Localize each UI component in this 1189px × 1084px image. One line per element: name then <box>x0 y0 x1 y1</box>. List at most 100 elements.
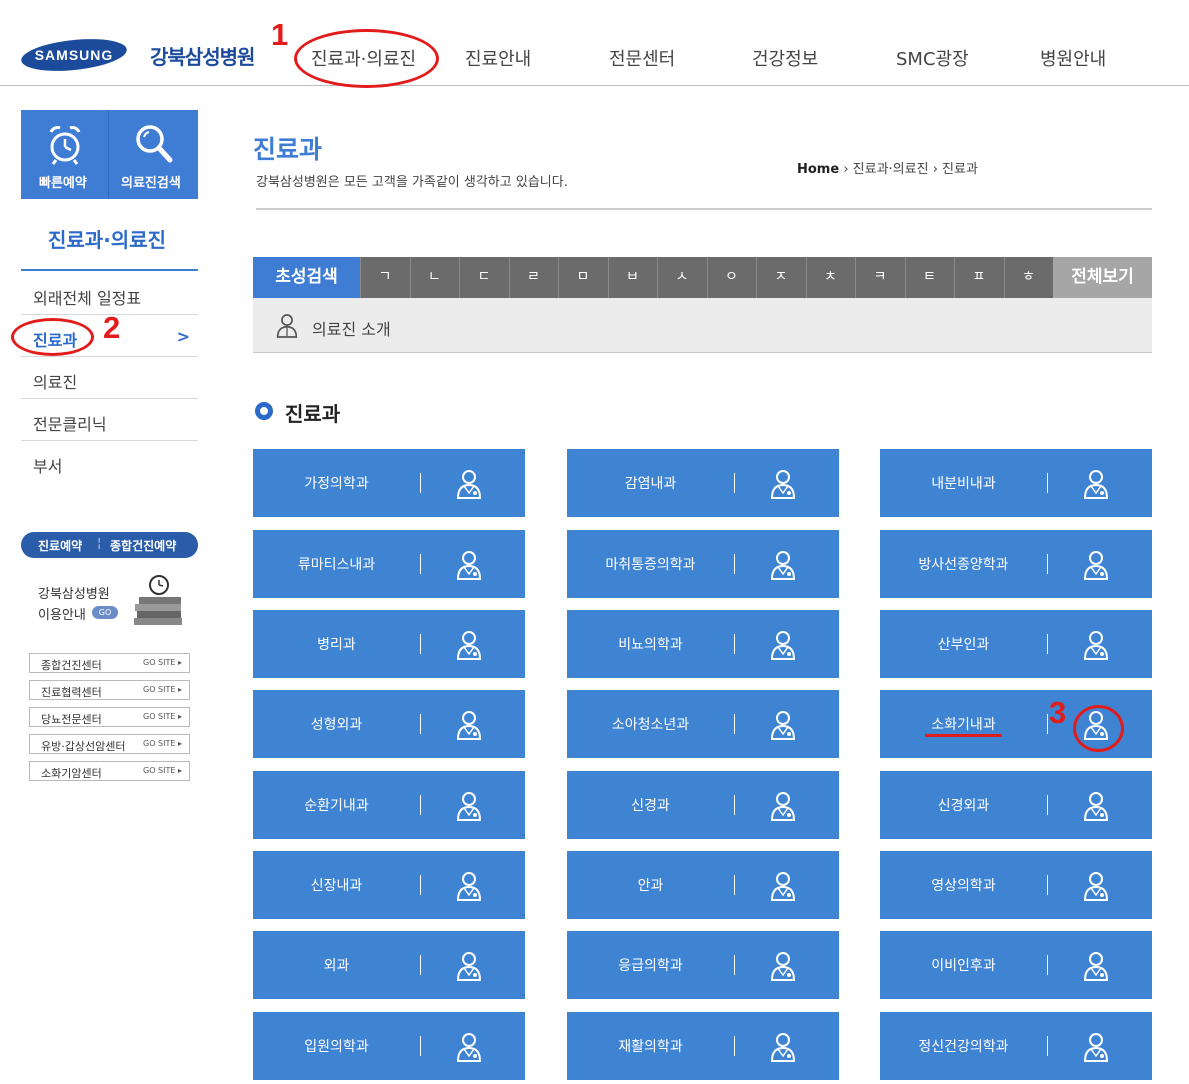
breadcrumb-departments-doctors[interactable]: 진료과·의료진 <box>853 162 929 177</box>
doctor-icon[interactable] <box>456 469 482 499</box>
quick-doctor-search-label[interactable]: 의료진검색 <box>121 172 181 191</box>
hospital-name[interactable]: 강북삼성병원 <box>150 41 255 70</box>
department-card[interactable]: 병리과 <box>253 610 525 678</box>
department-name[interactable]: 성형외과 <box>253 714 420 734</box>
department-name[interactable]: 신장내과 <box>253 875 420 895</box>
department-name[interactable]: 입원의학과 <box>253 1036 420 1056</box>
department-card[interactable]: 신경외과 <box>880 771 1152 839</box>
department-name[interactable]: 순환기내과 <box>253 795 420 815</box>
department-name[interactable]: 재활의학과 <box>567 1036 734 1056</box>
initial-key-nieun[interactable]: ㄴ <box>409 257 459 298</box>
sidebar-item-doctors[interactable]: 의료진 <box>21 357 198 399</box>
department-card[interactable]: 응급의학과 <box>567 931 839 999</box>
department-card[interactable]: 류마티스내과 <box>253 530 525 598</box>
department-name[interactable]: 류마티스내과 <box>253 554 420 574</box>
hospital-guide-line1[interactable]: 강북삼성병원 <box>38 583 110 602</box>
nav-item-about[interactable]: 병원안내 <box>1040 45 1106 71</box>
reservation-link[interactable]: 진료예약 <box>38 537 82 554</box>
department-name[interactable]: 안과 <box>567 875 734 895</box>
initial-key-digeut[interactable]: ㄷ <box>459 257 508 298</box>
department-name[interactable]: 방사선종양학과 <box>880 554 1047 574</box>
sidebar-item-divisions[interactable]: 부서 <box>21 441 198 483</box>
department-card[interactable]: 가정의학과 <box>253 449 525 517</box>
department-card[interactable]: 순환기내과 <box>253 771 525 839</box>
department-name[interactable]: 영상의학과 <box>880 875 1047 895</box>
department-card[interactable]: 영상의학과 <box>880 851 1152 919</box>
initial-key-tieut[interactable]: ㅌ <box>904 257 954 298</box>
doctor-icon[interactable] <box>770 710 796 740</box>
site-link-gi-cancer-center[interactable]: 소화기암센터 GO SITE ▸ <box>29 761 190 781</box>
nav-item-health-info[interactable]: 건강정보 <box>752 45 818 71</box>
department-name[interactable]: 이비인후과 <box>880 955 1047 975</box>
department-card[interactable]: 신장내과 <box>253 851 525 919</box>
doctor-icon[interactable] <box>770 791 796 821</box>
doctor-icon[interactable] <box>1083 951 1109 981</box>
hospital-guide-line2[interactable]: 이용안내 <box>38 604 86 623</box>
department-name[interactable]: 병리과 <box>253 634 420 654</box>
department-name[interactable]: 마취통증의학과 <box>567 554 734 574</box>
department-name[interactable]: 외과 <box>253 955 420 975</box>
doctor-icon[interactable] <box>456 630 482 660</box>
department-name[interactable]: 정신건강의학과 <box>880 1036 1047 1056</box>
department-card[interactable]: 소아청소년과 <box>567 690 839 758</box>
department-card[interactable]: 입원의학과 <box>253 1012 525 1080</box>
department-name[interactable]: 감염내과 <box>567 473 734 493</box>
nav-item-smc-plaza[interactable]: SMC광장 <box>896 45 969 71</box>
department-card[interactable]: 산부인과 <box>880 610 1152 678</box>
go-badge[interactable]: GO <box>92 606 118 619</box>
doctor-icon[interactable] <box>456 871 482 901</box>
department-name[interactable]: 산부인과 <box>880 634 1047 654</box>
doctor-icon[interactable] <box>770 1032 796 1062</box>
quick-reserve-label[interactable]: 빠른예약 <box>39 172 87 191</box>
department-name[interactable]: 비뇨의학과 <box>567 634 734 654</box>
initial-key-ieung[interactable]: ㅇ <box>706 257 756 298</box>
initial-key-hieut[interactable]: ㅎ <box>1003 257 1053 298</box>
doctor-icon[interactable] <box>1083 550 1109 580</box>
department-card[interactable]: 신경과 <box>567 771 839 839</box>
department-name[interactable]: 가정의학과 <box>253 473 420 493</box>
doctor-icon[interactable] <box>770 469 796 499</box>
department-card[interactable]: 성형외과 <box>253 690 525 758</box>
doctor-intro-label[interactable]: 의료진 소개 <box>312 316 391 340</box>
initial-key-jieut[interactable]: ㅈ <box>756 257 805 298</box>
department-card[interactable]: 정신건강의학과 <box>880 1012 1152 1080</box>
view-all-button[interactable]: 전체보기 <box>1053 257 1152 298</box>
department-card[interactable]: 마취통증의학과 <box>567 530 839 598</box>
doctor-icon[interactable] <box>1083 469 1109 499</box>
department-name[interactable]: 소화기내과 <box>880 714 1047 734</box>
samsung-logo[interactable]: SAMSUNG <box>20 38 128 72</box>
department-name[interactable]: 신경과 <box>567 795 734 815</box>
checkup-reservation-link[interactable]: 종합건진예약 <box>110 537 176 554</box>
doctor-icon[interactable] <box>770 871 796 901</box>
doctor-icon[interactable] <box>770 550 796 580</box>
nav-item-centers[interactable]: 전문센터 <box>609 45 675 71</box>
doctor-icon[interactable] <box>1083 1032 1109 1062</box>
department-card[interactable]: 이비인후과 <box>880 931 1152 999</box>
department-card[interactable]: 재활의학과 <box>567 1012 839 1080</box>
doctor-icon[interactable] <box>456 1032 482 1062</box>
department-name[interactable]: 신경외과 <box>880 795 1047 815</box>
sidebar-item-outpatient-schedule[interactable]: 외래전체 일정표 <box>21 273 198 315</box>
breadcrumb-home[interactable]: Home <box>797 162 839 177</box>
site-link-checkup-center[interactable]: 종합건진센터 GO SITE ▸ <box>29 653 190 673</box>
site-link-cooperation-center[interactable]: 진료협력센터 GO SITE ▸ <box>29 680 190 700</box>
doctor-icon[interactable] <box>456 951 482 981</box>
magnifier-icon[interactable] <box>134 123 174 165</box>
doctor-icon[interactable] <box>456 710 482 740</box>
department-card[interactable]: 외과 <box>253 931 525 999</box>
department-name[interactable]: 응급의학과 <box>567 955 734 975</box>
department-name[interactable]: 소아청소년과 <box>567 714 734 734</box>
initial-key-rieul[interactable]: ㄹ <box>508 257 558 298</box>
site-link-diabetes-center[interactable]: 당뇨전문센터 GO SITE ▸ <box>29 707 190 727</box>
initial-key-chieut[interactable]: ㅊ <box>805 257 855 298</box>
doctor-icon[interactable] <box>1083 871 1109 901</box>
doctor-icon[interactable] <box>770 630 796 660</box>
alarm-clock-icon[interactable] <box>46 123 84 165</box>
initial-key-giyeok[interactable]: ㄱ <box>360 257 409 298</box>
initial-key-pieup[interactable]: ㅍ <box>954 257 1003 298</box>
sidebar-item-clinics[interactable]: 전문클리닉 <box>21 399 198 441</box>
initial-key-mieum[interactable]: ㅁ <box>558 257 607 298</box>
department-card[interactable]: 내분비내과 <box>880 449 1152 517</box>
nav-item-care-guide[interactable]: 진료안내 <box>465 45 531 71</box>
doctor-icon[interactable] <box>1083 630 1109 660</box>
